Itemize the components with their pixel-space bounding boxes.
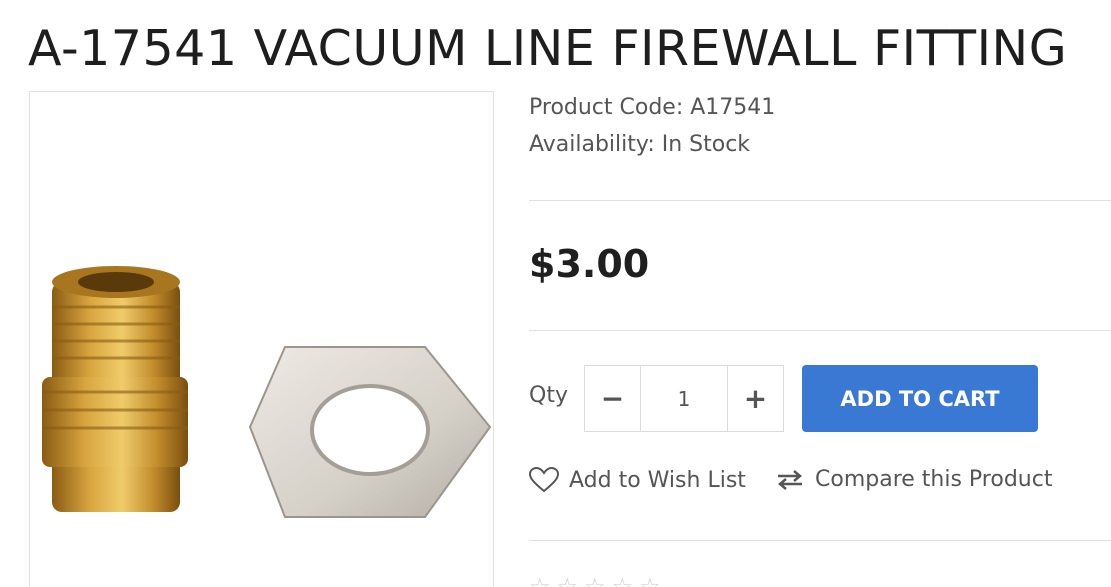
qty-label: Qty <box>529 383 568 408</box>
availability-status: Availability: In Stock <box>529 132 751 157</box>
product-image[interactable] <box>29 91 494 587</box>
quantity-stepper: − + <box>584 365 784 432</box>
product-code: Product Code: A17541 <box>529 95 776 120</box>
wish-list-label: Add to Wish List <box>569 467 746 493</box>
compare-arrows-icon <box>778 469 802 490</box>
star-icon: ☆ <box>611 573 634 587</box>
product-price: $3.00 <box>529 242 650 286</box>
heart-icon <box>529 467 559 493</box>
increase-qty-button[interactable]: + <box>727 366 783 431</box>
compare-product-link[interactable]: Compare this Product <box>775 467 1052 492</box>
compare-label: Compare this Product <box>815 467 1053 492</box>
qty-input[interactable] <box>641 366 727 431</box>
brass-fitting <box>42 266 188 512</box>
rating-stars: ☆ ☆ ☆ ☆ ☆ <box>529 573 661 587</box>
product-info: Product Code: A17541 Availability: In St… <box>529 0 1111 587</box>
decrease-qty-button[interactable]: − <box>585 366 641 431</box>
star-icon: ☆ <box>556 573 579 587</box>
add-to-wish-list-link[interactable]: Add to Wish List <box>529 467 746 493</box>
add-to-cart-button[interactable]: ADD TO CART <box>802 365 1038 432</box>
divider <box>529 330 1111 331</box>
divider <box>529 540 1111 541</box>
star-icon: ☆ <box>584 573 606 587</box>
divider <box>529 200 1111 201</box>
product-photo <box>42 266 492 518</box>
hex-nut <box>248 346 492 518</box>
star-icon: ☆ <box>529 573 551 587</box>
product-page: A-17541 VACUUM LINE FIREWALL FITTING Pro… <box>0 0 1111 587</box>
star-icon: ☆ <box>639 573 661 587</box>
